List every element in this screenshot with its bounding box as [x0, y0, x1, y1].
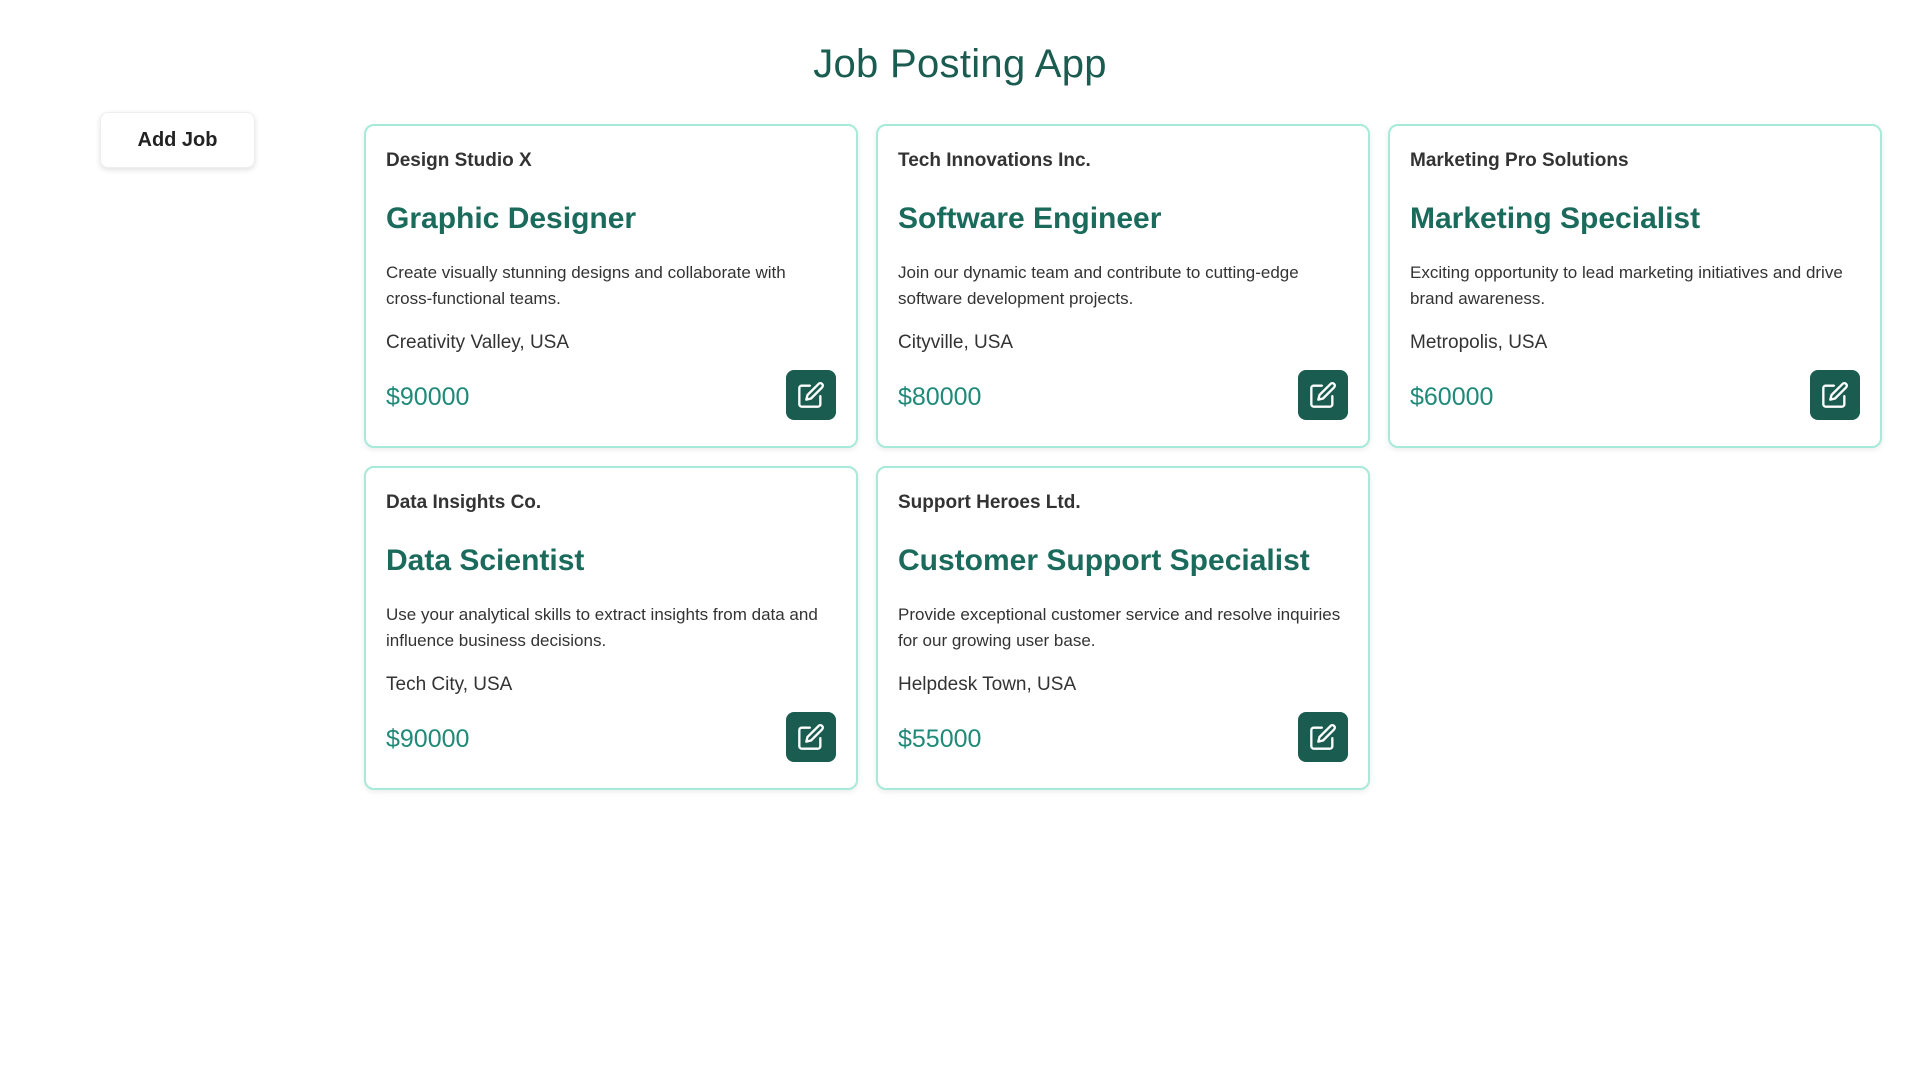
company-name: Marketing Pro Solutions: [1410, 150, 1629, 171]
job-description: Use your analytical skills to extract in…: [386, 605, 818, 650]
page-title: Job Posting App: [813, 42, 1107, 86]
edit-job-button[interactable]: [1298, 370, 1348, 420]
job-list: Design Studio X Graphic Designer Create …: [364, 124, 1882, 790]
job-salary: $80000: [898, 383, 982, 411]
edit-icon: [1822, 382, 1848, 408]
job-title: Data Scientist: [386, 544, 585, 577]
edit-icon: [1310, 382, 1336, 408]
job-location: Tech City, USA: [386, 674, 513, 695]
company-name: Design Studio X: [386, 150, 532, 171]
job-location: Creativity Valley, USA: [386, 332, 570, 353]
edit-job-button[interactable]: [1298, 712, 1348, 762]
job-salary: $90000: [386, 725, 470, 753]
edit-icon: [798, 382, 824, 408]
job-card: Marketing Pro Solutions Marketing Specia…: [1388, 124, 1882, 448]
job-card: Tech Innovations Inc. Software Engineer …: [876, 124, 1370, 448]
job-description: Provide exceptional customer service and…: [898, 605, 1341, 650]
company-name: Support Heroes Ltd.: [898, 492, 1081, 513]
job-card: Support Heroes Ltd. Customer Support Spe…: [876, 466, 1370, 790]
edit-job-button[interactable]: [786, 370, 836, 420]
job-card: Design Studio X Graphic Designer Create …: [364, 124, 858, 448]
edit-job-button[interactable]: [786, 712, 836, 762]
job-title: Software Engineer: [898, 202, 1162, 235]
company-name: Tech Innovations Inc.: [898, 150, 1091, 171]
company-name: Data Insights Co.: [386, 492, 542, 513]
edit-icon: [1310, 724, 1336, 750]
job-title: Customer Support Specialist: [898, 544, 1310, 577]
edit-icon: [798, 724, 824, 750]
job-description: Join our dynamic team and contribute to …: [898, 263, 1299, 308]
job-location: Helpdesk Town, USA: [898, 674, 1077, 695]
job-card: Data Insights Co. Data Scientist Use you…: [364, 466, 858, 790]
job-salary: $55000: [898, 725, 982, 753]
job-description: Exciting opportunity to lead marketing i…: [1410, 263, 1843, 308]
job-salary: $60000: [1410, 383, 1494, 411]
job-title: Marketing Specialist: [1410, 202, 1701, 235]
edit-job-button[interactable]: [1810, 370, 1860, 420]
job-title: Graphic Designer: [386, 202, 637, 235]
job-location: Cityville, USA: [898, 332, 1014, 353]
add-job-button[interactable]: Add Job: [100, 112, 255, 168]
job-salary: $90000: [386, 383, 470, 411]
job-location: Metropolis, USA: [1410, 332, 1548, 353]
job-description: Create visually stunning designs and col…: [386, 263, 786, 308]
